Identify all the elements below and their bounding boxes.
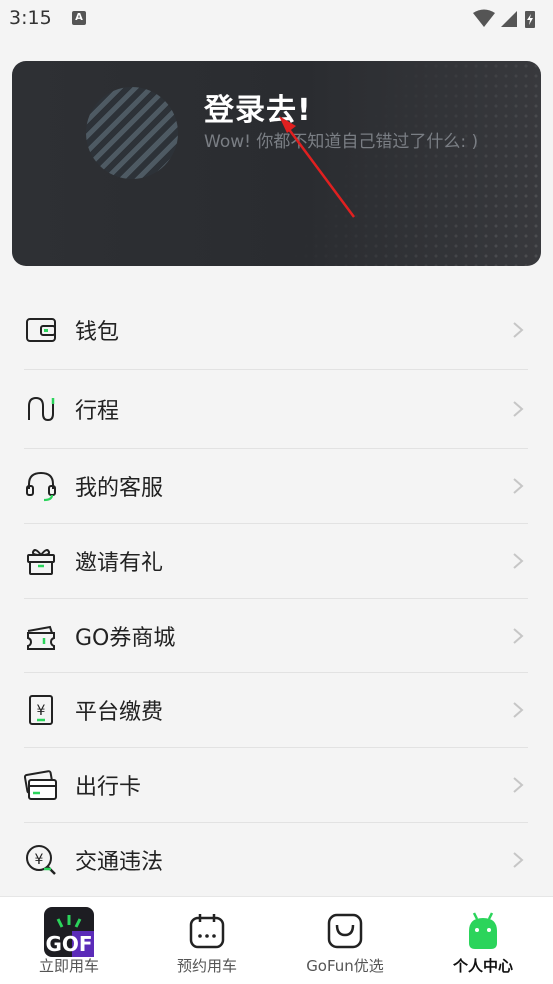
menu-item-label: 出行卡 <box>75 775 142 800</box>
dot-pattern <box>281 61 541 266</box>
chevron-right-icon <box>513 401 524 417</box>
bottom-tab-bar: GOF 立即用车 预约用车 GoFun优选 个人中心 <box>0 896 553 984</box>
chevron-right-icon <box>513 628 524 644</box>
status-bar: 3:15 A <box>0 0 553 38</box>
chevron-right-icon <box>513 553 524 569</box>
menu-item-travel-card[interactable]: 出行卡 <box>24 767 528 803</box>
shopping-bag-icon <box>327 913 363 949</box>
chevron-right-icon <box>513 852 524 868</box>
divider <box>24 369 528 370</box>
notification-icon: A <box>72 11 86 25</box>
menu-item-trips[interactable]: 行程 <box>24 391 528 427</box>
svg-text:¥: ¥ <box>35 852 44 868</box>
divider <box>24 448 528 449</box>
login-card[interactable]: 登录去! Wow! 你都不知道自己错过了什么: ) <box>12 61 541 266</box>
login-title[interactable]: 登录去! <box>204 85 312 129</box>
payment-icon: ¥ <box>29 695 53 725</box>
tab-label: GoFun优选 <box>306 957 384 975</box>
signal-icon <box>501 11 517 27</box>
divider <box>24 598 528 599</box>
traffic-violation-icon: ¥ <box>26 845 56 875</box>
menu-item-label: 交通违法 <box>75 850 164 875</box>
menu-item-label: 行程 <box>75 399 120 424</box>
tab-reserve[interactable]: 预约用车 <box>138 897 276 984</box>
tab-label: 立即用车 <box>38 957 99 975</box>
menu-item-label: 我的客服 <box>75 476 164 501</box>
chevron-right-icon <box>513 478 524 494</box>
tab-rent-now[interactable]: GOF 立即用车 <box>0 897 138 984</box>
menu-item-customer-service[interactable]: 我的客服 <box>24 468 528 504</box>
menu-item-invite[interactable]: 邀请有礼 <box>24 543 528 579</box>
tab-personal-center[interactable]: 个人中心 <box>414 897 552 984</box>
chevron-right-icon <box>513 322 524 338</box>
menu-item-label: GO券商城 <box>75 626 176 651</box>
wifi-icon <box>473 9 495 27</box>
divider <box>24 523 528 524</box>
coupon-icon <box>27 625 55 650</box>
status-time: 3:15 <box>9 7 52 29</box>
tab-label: 预约用车 <box>176 957 237 975</box>
svg-text:¥: ¥ <box>37 703 46 719</box>
wallet-icon <box>26 318 56 342</box>
gofun-logo-icon: GOF <box>44 907 94 957</box>
divider <box>24 747 528 748</box>
headset-icon <box>26 471 56 502</box>
tab-gofun-select[interactable]: GoFun优选 <box>276 897 414 984</box>
calendar-icon <box>189 914 225 949</box>
status-icons <box>473 9 535 28</box>
svg-text:GOF: GOF <box>45 932 92 956</box>
tab-label: 个人中心 <box>452 957 513 975</box>
menu-item-traffic-violations[interactable]: ¥ 交通违法 <box>24 842 528 878</box>
avatar[interactable] <box>86 87 178 179</box>
menu-item-label: 钱包 <box>75 320 120 345</box>
chevron-right-icon <box>513 702 524 718</box>
menu-item-platform-payment[interactable]: ¥ 平台缴费 <box>24 692 528 728</box>
menu-item-wallet[interactable]: 钱包 <box>24 312 528 348</box>
trip-icon <box>28 396 55 422</box>
gift-icon <box>27 549 55 575</box>
android-icon <box>469 912 497 949</box>
menu-item-label: 平台缴费 <box>75 700 164 725</box>
divider <box>24 672 528 673</box>
card-icon <box>24 770 57 800</box>
divider <box>24 822 528 823</box>
chevron-right-icon <box>513 777 524 793</box>
menu-item-label: 邀请有礼 <box>75 551 164 576</box>
login-subtitle: Wow! 你都不知道自己错过了什么: ) <box>204 132 479 152</box>
menu-item-coupon-mall[interactable]: GO券商城 <box>24 618 528 654</box>
